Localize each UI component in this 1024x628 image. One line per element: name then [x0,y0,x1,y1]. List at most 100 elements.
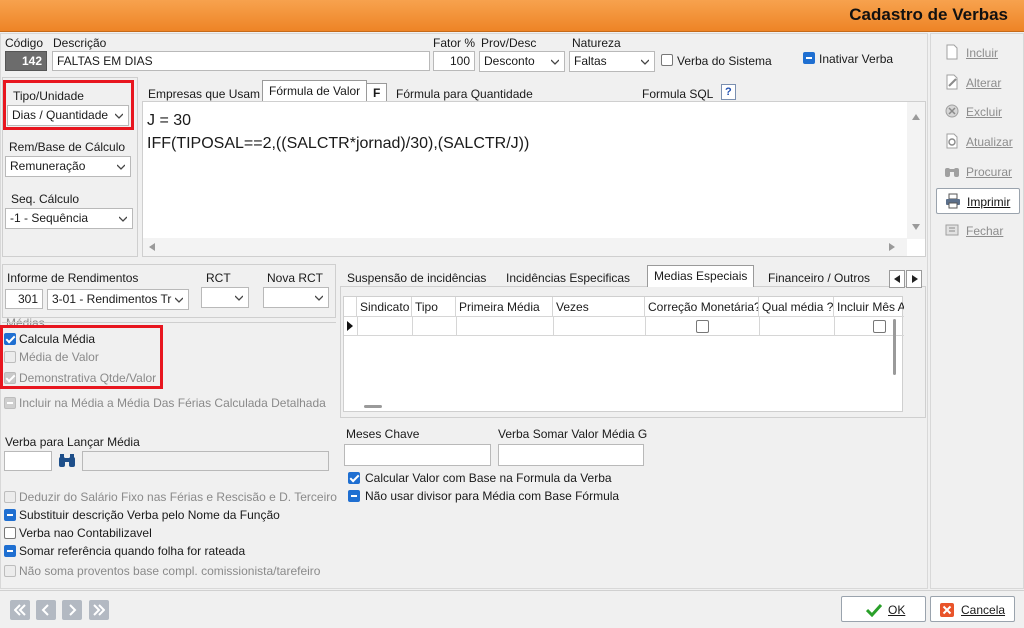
grid-header-sindicato[interactable]: Sindicato [357,297,412,317]
grid-vertical-scrollbar[interactable] [888,317,902,395]
last-record-button[interactable] [89,600,109,620]
tab-suspensao[interactable]: Suspensão de incidências [341,268,492,288]
informe-label: Informe de Rendimentos [7,271,139,285]
verba-lancar-field[interactable] [4,451,52,471]
chevron-down-icon [315,295,323,301]
seq-select[interactable]: -1 - Sequência [5,208,133,229]
window-title: Cadastro de Verbas [849,5,1008,24]
next-record-button[interactable] [62,600,82,620]
provdesc-value: Desconto [484,54,535,68]
fator-value: 100 [449,54,470,68]
grid-header-correcao[interactable]: Correção Monetária? [645,297,759,317]
fechar-button[interactable]: Fechar [936,218,1020,244]
tab-scroll-right-button[interactable] [906,270,922,288]
help-button[interactable]: ? [721,84,736,100]
codigo-value: 142 [21,54,42,68]
substituir-label: Substituir descrição Verba pelo Nome da … [19,508,280,522]
nao-contabilizavel-label: Verba nao Contabilizavel [19,526,152,540]
grid-header-vezes[interactable]: Vezes [553,297,645,317]
binoculars-icon[interactable] [58,454,76,468]
imprimir-button[interactable]: Imprimir [936,188,1020,214]
chevron-left-icon [41,604,49,616]
ok-button[interactable]: OK [841,596,926,622]
tab-financeiro[interactable]: Financeiro / Outros [762,268,876,288]
scroll-left-icon[interactable] [149,243,155,251]
informe-code-field[interactable]: 301 [5,289,43,309]
inativar-verba-checkbox[interactable] [803,52,815,64]
descricao-field[interactable]: FALTAS EM DIAS [52,51,430,71]
incluir-mes-checkbox[interactable] [873,320,886,333]
descricao-value: FALTAS EM DIAS [57,54,153,68]
fator-label: Fator % [433,36,476,50]
nao-usar-divisor-checkbox[interactable] [348,490,360,502]
grid-header-incluir-mes[interactable]: Incluir Mês A [834,297,904,317]
natureza-select[interactable]: Faltas [569,51,655,72]
medias-grid[interactable]: Sindicato Tipo Primeira Média Vezes Corr… [343,296,904,412]
calcular-valor-checkbox[interactable] [348,472,360,484]
cancel-icon [940,603,954,617]
scroll-right-icon[interactable] [889,243,895,251]
verba-lancar-desc-field [82,451,329,471]
vertical-scrollbar[interactable] [907,102,925,239]
verba-lancar-label: Verba para Lançar Média [5,435,140,449]
grid-scroll-thumb[interactable] [893,319,896,375]
incluir-button[interactable]: Incluir [936,40,1020,66]
correcao-monetaria-checkbox[interactable] [696,320,709,333]
incluir-ferias-checkbox[interactable] [4,397,16,409]
ok-label: OK [888,603,906,617]
alterar-button[interactable]: Alterar [936,70,1020,96]
fator-field[interactable]: 100 [433,51,475,71]
nova-rct-select[interactable] [263,287,329,308]
informe-select[interactable]: 3-01 - Rendimentos Tr [47,289,189,310]
excluir-button[interactable]: Excluir [936,99,1020,125]
scroll-down-icon[interactable] [912,224,920,230]
tab-scroll-left-button[interactable] [889,270,905,288]
scroll-up-icon[interactable] [912,114,920,120]
chevron-right-icon [69,604,77,616]
procurar-button[interactable]: Procurar [936,159,1020,185]
cancela-button[interactable]: Cancela [930,596,1015,622]
row-pointer-icon [347,321,353,331]
grid-header-tipo[interactable]: Tipo [412,297,456,317]
grid-header-primeira-media[interactable]: Primeira Média [456,297,553,317]
grid-header-qual-media[interactable]: Qual média ? [759,297,834,317]
nao-contabilizavel-checkbox[interactable] [4,527,16,539]
deduzir-checkbox[interactable] [4,491,16,503]
rem-label: Rem/Base de Cálculo [9,140,126,154]
tab-incidencias[interactable]: Incidências Especificas [500,268,636,288]
horizontal-scrollbar[interactable] [143,238,907,256]
calcular-valor-label: Calcular Valor com Base na Formula da Ve… [365,471,612,485]
formula-editor[interactable]: J = 30 IFF(TIPOSAL==2,((SALCTR*jornad)/3… [142,101,926,257]
somar-referencia-checkbox[interactable] [4,545,16,557]
substituir-checkbox[interactable] [4,509,16,521]
verba-sistema-checkbox[interactable] [661,54,673,66]
chevron-down-icon [175,297,183,303]
tab-formula-valor[interactable]: Fórmula de Valor [262,80,368,102]
codigo-label: Código [5,36,44,50]
provdesc-select[interactable]: Desconto [479,51,565,72]
medias-highlight [0,325,163,389]
excluir-label: Excluir [966,105,1003,119]
f-button[interactable]: F [366,83,388,103]
rem-select[interactable]: Remuneração [5,156,131,177]
rct-select[interactable] [201,287,249,308]
seq-label: Seq. Cálculo [11,192,80,206]
verba-somar-field[interactable] [498,444,644,466]
previous-record-button[interactable] [36,600,56,620]
meses-chave-field[interactable] [344,444,491,466]
atualizar-button[interactable]: Atualizar [936,129,1020,155]
codigo-field[interactable]: 142 [5,51,47,71]
nao-soma-checkbox[interactable] [4,565,16,577]
close-icon [945,224,959,236]
double-chevron-left-icon [14,604,26,616]
grid-horizontal-scroll-thumb[interactable] [364,405,382,408]
provdesc-label: Prov/Desc [481,36,537,50]
edit-icon [946,74,958,90]
verba-sistema-label: Verba do Sistema [677,54,772,68]
rct-label: RCT [206,271,231,285]
refresh-icon [946,133,958,149]
first-record-button[interactable] [10,600,30,620]
tab-medias-especiais[interactable]: Medias Especiais [647,265,755,287]
incluir-ferias-label: Incluir na Média a Média Das Férias Calc… [19,396,326,410]
table-row[interactable] [344,317,904,336]
